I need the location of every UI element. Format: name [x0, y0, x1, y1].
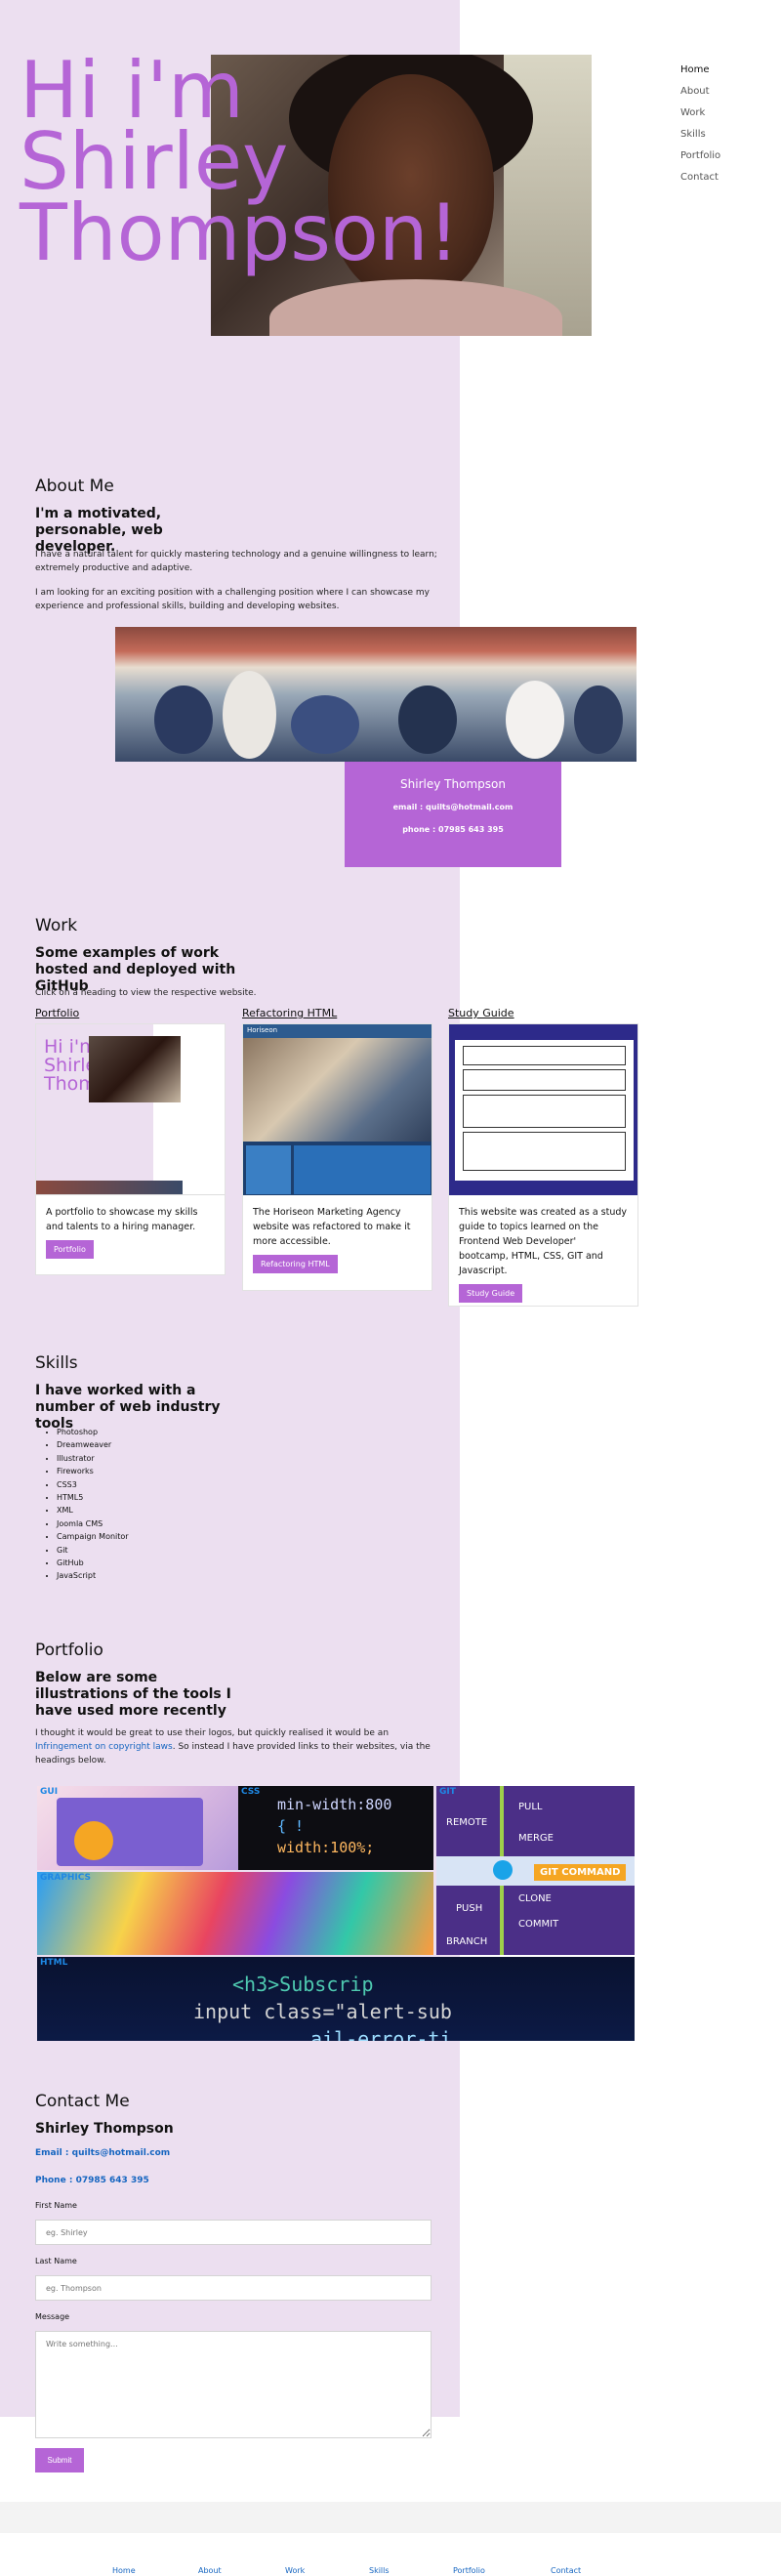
skills-title: Skills: [35, 1353, 78, 1373]
footer-bar: [0, 2502, 781, 2533]
submit-button[interactable]: Submit: [35, 2448, 84, 2472]
study-guide-button[interactable]: Study Guide: [459, 1284, 523, 1303]
top-nav: Home About Work Skills Portfolio Contact: [680, 62, 720, 191]
about-title: About Me: [35, 477, 114, 496]
skills-list: Photoshop Dreamweaver Illustrator Firewo…: [35, 1426, 129, 1583]
about-paragraph: I have a natural talent for quickly mast…: [35, 550, 437, 573]
git-tile[interactable]: GIT GIT COMMAND REMOTE PULL MERGE PUSH C…: [436, 1786, 635, 1955]
horiseon-thumbnail: Horiseon: [243, 1024, 432, 1195]
first-name-label: First Name: [35, 2201, 77, 2210]
nav-work[interactable]: Work: [680, 105, 720, 127]
work-card-text: The Horiseon Marketing Agency website wa…: [253, 1207, 411, 1247]
refactoring-button[interactable]: Refactoring HTML: [253, 1255, 338, 1273]
work-card: This website was created as a study guid…: [448, 1023, 638, 1307]
tile-label: GRAPHICS: [40, 1873, 92, 1883]
contact-email: Email : quilts@hotmail.com: [35, 2148, 171, 2158]
work-intro: Click on a heading to view the respectiv…: [35, 988, 257, 998]
nav-about[interactable]: About: [680, 84, 720, 105]
graphics-tile[interactable]: GRAPHICS: [37, 1872, 433, 1955]
nav-skills[interactable]: Skills: [680, 127, 720, 148]
skill-item: Photoshop: [57, 1426, 129, 1438]
classroom-photo: [115, 627, 637, 762]
last-name-label: Last Name: [35, 2257, 77, 2265]
skill-item: Campaign Monitor: [57, 1530, 129, 1543]
skill-item: JavaScript: [57, 1569, 129, 1582]
hero-title-line: Thompson!: [20, 187, 460, 278]
copyright-link[interactable]: Infringement on copyright laws: [35, 1742, 173, 1752]
footer-nav-portfolio[interactable]: Portfolio: [453, 2566, 485, 2575]
message-textarea[interactable]: [35, 2331, 432, 2438]
work-card: Hi i'm Shirley Thompson! A portfolio to …: [35, 1023, 226, 1275]
nav-contact[interactable]: Contact: [680, 170, 720, 191]
message-label: Message: [35, 2312, 70, 2321]
work-title: Work: [35, 916, 78, 935]
study-guide-thumbnail: [449, 1024, 637, 1195]
skill-item: CSS3: [57, 1478, 129, 1491]
tile-label: HTML: [40, 1958, 68, 1968]
css-tile[interactable]: CSS min-width:800 { ! width:100%;: [238, 1786, 433, 1870]
portfolio-subtitle: Below are some illustrations of the tool…: [35, 1670, 231, 1719]
skill-item: XML: [57, 1504, 129, 1517]
tile-label: CSS: [241, 1787, 261, 1797]
skill-item: Git: [57, 1544, 129, 1557]
card-name: Shirley Thompson: [400, 777, 506, 791]
html-tile[interactable]: HTML <h3>Subscrip input class="alert-sub…: [37, 1957, 635, 2041]
first-name-input[interactable]: [35, 2220, 432, 2245]
skill-item: Dreamweaver: [57, 1438, 129, 1451]
work-card-text: This website was created as a study guid…: [459, 1207, 628, 1276]
footer-nav-home[interactable]: Home: [112, 2566, 136, 2575]
skill-item: GitHub: [57, 1557, 129, 1569]
hero-title: Hi i'm Shirley Thompson!: [20, 52, 460, 278]
skill-item: Illustrator: [57, 1452, 129, 1465]
work-heading-study-guide[interactable]: Study Guide: [448, 1007, 514, 1019]
contact-name: Shirley Thompson: [35, 2121, 174, 2137]
skill-item: Fireworks: [57, 1465, 129, 1477]
git-command-badge: GIT COMMAND: [534, 1864, 627, 1881]
skill-item: HTML5: [57, 1491, 129, 1504]
last-name-input[interactable]: [35, 2275, 432, 2301]
footer-nav-contact[interactable]: Contact: [551, 2566, 581, 2575]
nav-portfolio[interactable]: Portfolio: [680, 148, 720, 170]
footer-nav-about[interactable]: About: [198, 2566, 222, 2575]
nav-home[interactable]: Home: [680, 62, 720, 84]
portfolio-thumbnail: Hi i'm Shirley Thompson!: [36, 1024, 225, 1195]
tile-label: GUI: [40, 1787, 59, 1797]
portfolio-title: Portfolio: [35, 1641, 103, 1660]
page: Hi i'm Shirley Thompson! Home About Work…: [0, 0, 781, 2576]
footer-nav-work[interactable]: Work: [285, 2566, 305, 2575]
footer-nav-skills[interactable]: Skills: [369, 2566, 390, 2575]
contact-phone: Phone : 07985 643 395: [35, 2176, 149, 2185]
work-heading-portfolio[interactable]: Portfolio: [35, 1007, 79, 1019]
portfolio-button[interactable]: Portfolio: [46, 1240, 94, 1259]
contact-title: Contact Me: [35, 2092, 130, 2111]
gui-tile[interactable]: GUI: [37, 1786, 238, 1870]
about-paragraph: I am looking for an exciting position wi…: [35, 588, 430, 611]
card-phone: phone : 07985 643 395: [402, 825, 504, 834]
portfolio-paragraph: I thought it would be great to use their…: [35, 1728, 431, 1766]
email-link[interactable]: quilts@hotmail.com: [72, 2148, 171, 2158]
card-email: email : quilts@hotmail.com: [392, 803, 514, 811]
work-card: Horiseon The Horiseon Marketing Agency w…: [242, 1023, 432, 1291]
skill-item: Joomla CMS: [57, 1517, 129, 1530]
work-card-text: A portfolio to showcase my skills and ta…: [46, 1207, 198, 1232]
contact-card: Shirley Thompson email : quilts@hotmail.…: [345, 762, 561, 867]
work-heading-refactoring[interactable]: Refactoring HTML: [242, 1007, 337, 1019]
tile-label: GIT: [439, 1787, 456, 1797]
